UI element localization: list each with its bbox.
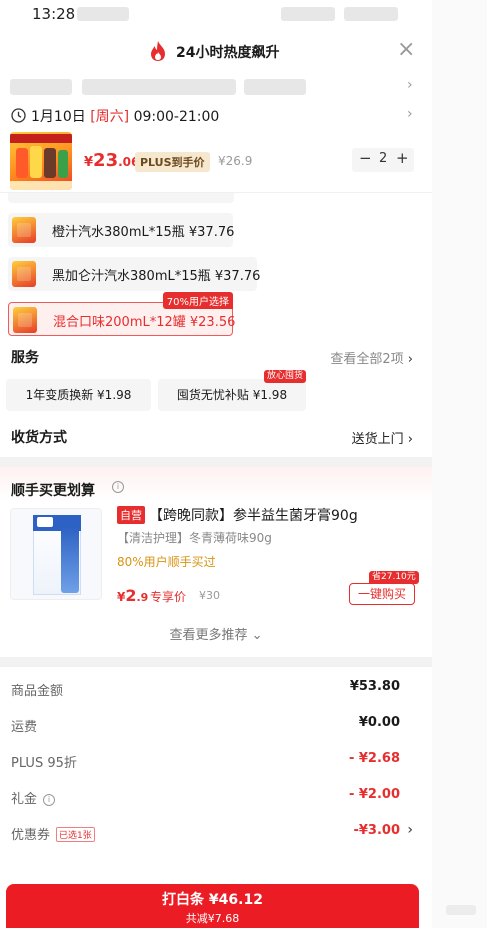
- variant-option-partial[interactable]: [8, 193, 234, 203]
- address-row[interactable]: ›: [0, 74, 432, 102]
- services-title: 服务: [11, 350, 39, 366]
- summary-value: - ¥2.00: [348, 787, 400, 802]
- delivery-time-text: 1月10日 [周六] 09:00-21:00: [31, 106, 219, 126]
- shipping-value: 送货上门 ›: [351, 432, 413, 447]
- sheet-header: 24小时热度飙升 ×: [0, 30, 432, 74]
- variant-thumbnail: [12, 217, 36, 243]
- variant-thumbnail: [12, 261, 36, 287]
- info-icon[interactable]: i: [112, 481, 124, 493]
- product-summary: ¥23.06 PLUS到手价 ¥26.9 − 2 +: [0, 130, 432, 192]
- exclusive-price-label: 专享价: [150, 590, 187, 604]
- clock-icon: [11, 108, 26, 123]
- summary-value: ¥0.00: [358, 715, 400, 730]
- pay-button-saving: 共减¥7.68: [185, 912, 240, 925]
- plus-price-badge: PLUS到手价: [135, 152, 210, 172]
- recommended-product-image[interactable]: [10, 508, 102, 600]
- variant-list: 橙汁汽水380mL*15瓶 ¥37.76 黑加仑汁汽水380mL*15瓶 ¥37…: [0, 193, 432, 339]
- delivery-weekday: [周六]: [90, 109, 130, 125]
- summary-label: 礼金 i: [11, 788, 56, 807]
- summary-label: 优惠券 已选1张: [11, 824, 95, 843]
- plus-button[interactable]: +: [396, 149, 409, 167]
- variant-option[interactable]: 黑加仑汁汽水380mL*15瓶 ¥37.76: [8, 257, 261, 291]
- summary-value: -¥3.00: [353, 823, 400, 838]
- shipping-title: 收货方式: [11, 430, 67, 446]
- delivery-hours: 09:00-21:00: [133, 109, 220, 125]
- coupon-selected-tag: 已选1张: [56, 827, 95, 842]
- blurred-status-info: [77, 7, 129, 21]
- recommended-product-spec: 【清洁护理】冬青薄荷味90g: [117, 531, 272, 545]
- services-header: 服务 查看全部2项 ›: [0, 339, 432, 375]
- status-time: 13:28: [32, 5, 76, 23]
- recommended-original-price: ¥30: [199, 589, 220, 602]
- blurred-status-info: [344, 7, 398, 21]
- quantity-stepper[interactable]: − 2 +: [352, 148, 414, 172]
- blurred-status-info: [281, 7, 335, 21]
- summary-gift-row: 礼金 i - ¥2.00: [0, 779, 432, 815]
- recommendation-section: 顺手买更划算 i 自营 【跨晚同款】参半益生菌牙膏90g 【清洁护理】冬青薄荷味…: [0, 467, 432, 657]
- minus-button[interactable]: −: [359, 149, 372, 167]
- product-price: ¥23.06: [84, 150, 140, 171]
- service-label: 囤货无忧补贴 ¥1.98: [176, 388, 288, 402]
- blurred-address: [10, 79, 72, 95]
- recommended-product-name[interactable]: 【跨晚同款】参半益生菌牙膏90g: [149, 505, 358, 525]
- chevron-right-icon: ›: [407, 106, 413, 122]
- variant-label: 橙汁汽水380mL*15瓶 ¥37.76: [52, 225, 235, 240]
- one-click-buy-button[interactable]: 一键购买: [349, 583, 415, 605]
- variant-label: 黑加仑汁汽水380mL*15瓶 ¥37.76: [52, 269, 261, 284]
- recommended-price: ¥2.9: [117, 586, 149, 605]
- summary-label: 商品金额: [11, 684, 64, 699]
- quantity-value: 2: [379, 151, 388, 166]
- summary-value: ¥53.80: [349, 679, 400, 694]
- section-divider: [0, 457, 432, 467]
- self-operated-tag: 自营: [117, 506, 145, 524]
- summary-value: - ¥2.68: [348, 751, 400, 766]
- summary-coupon-row[interactable]: 优惠券 已选1张 -¥3.00 ›: [0, 815, 432, 851]
- pay-button[interactable]: 打白条 ¥46.12 共减¥7.68: [6, 884, 419, 928]
- background-page: [432, 0, 487, 928]
- info-icon[interactable]: i: [43, 794, 56, 806]
- chevron-right-icon: ›: [407, 77, 413, 93]
- delivery-time-row[interactable]: 1月10日 [周六] 09:00-21:00 ›: [0, 102, 432, 130]
- variant-label: 混合口味200mL*12罐 ¥23.56: [53, 315, 236, 330]
- blurred-address: [82, 79, 236, 95]
- section-divider: [0, 657, 432, 667]
- original-price: ¥26.9: [218, 154, 253, 168]
- service-option[interactable]: 囤货无忧补贴 ¥1.98 放心囤货: [158, 370, 306, 411]
- variant-option[interactable]: 橙汁汽水380mL*15瓶 ¥37.76: [8, 213, 235, 247]
- variant-thumbnail: [13, 307, 37, 333]
- purchase-rate-text: 80%用户顺手买过: [117, 555, 216, 569]
- services-list: 1年变质换新 ¥1.98 囤货无忧补贴 ¥1.98 放心囤货: [0, 370, 432, 425]
- status-bar: 13:28: [0, 0, 432, 30]
- recommendation-title: 顺手买更划算: [11, 483, 95, 499]
- chevron-right-icon: ›: [407, 822, 413, 838]
- flame-icon: [151, 41, 165, 61]
- shipping-method-row[interactable]: 收货方式 送货上门 ›: [0, 425, 432, 455]
- pay-button-label: 打白条 ¥46.12: [162, 892, 263, 908]
- chevron-right-icon: ›: [407, 352, 413, 367]
- chevron-right-icon: ›: [407, 432, 413, 447]
- summary-freight-row: 运费 ¥0.00: [0, 707, 432, 743]
- service-label: 1年变质换新 ¥1.98: [25, 388, 132, 402]
- popular-tag: 70%用户选择: [162, 292, 233, 309]
- delivery-date: 1月10日: [31, 109, 86, 125]
- close-icon[interactable]: ×: [397, 37, 415, 62]
- view-all-services-link[interactable]: 查看全部2项 ›: [330, 348, 413, 367]
- sheet-title: 24小时热度飙升: [176, 45, 280, 61]
- checkout-panel: 13:28 24小时热度飙升 × › 1月10日 [周六] 09:00-21:0…: [0, 0, 432, 928]
- summary-goods-row: 商品金额 ¥53.80: [0, 671, 432, 707]
- more-recommendations-link[interactable]: 查看更多推荐 ⌄: [0, 624, 432, 643]
- variant-option-selected[interactable]: 混合口味200mL*12罐 ¥23.56 70%用户选择: [8, 292, 236, 336]
- service-badge: 放心囤货: [263, 370, 306, 383]
- summary-plus-discount-row: PLUS 95折 - ¥2.68: [0, 743, 432, 779]
- summary-label: 运费: [11, 720, 38, 735]
- blurred-address: [244, 79, 306, 95]
- summary-label: PLUS 95折: [11, 756, 77, 771]
- blurred-background-text: [446, 905, 476, 915]
- product-thumbnail: [10, 132, 72, 190]
- service-option[interactable]: 1年变质换新 ¥1.98: [6, 379, 151, 411]
